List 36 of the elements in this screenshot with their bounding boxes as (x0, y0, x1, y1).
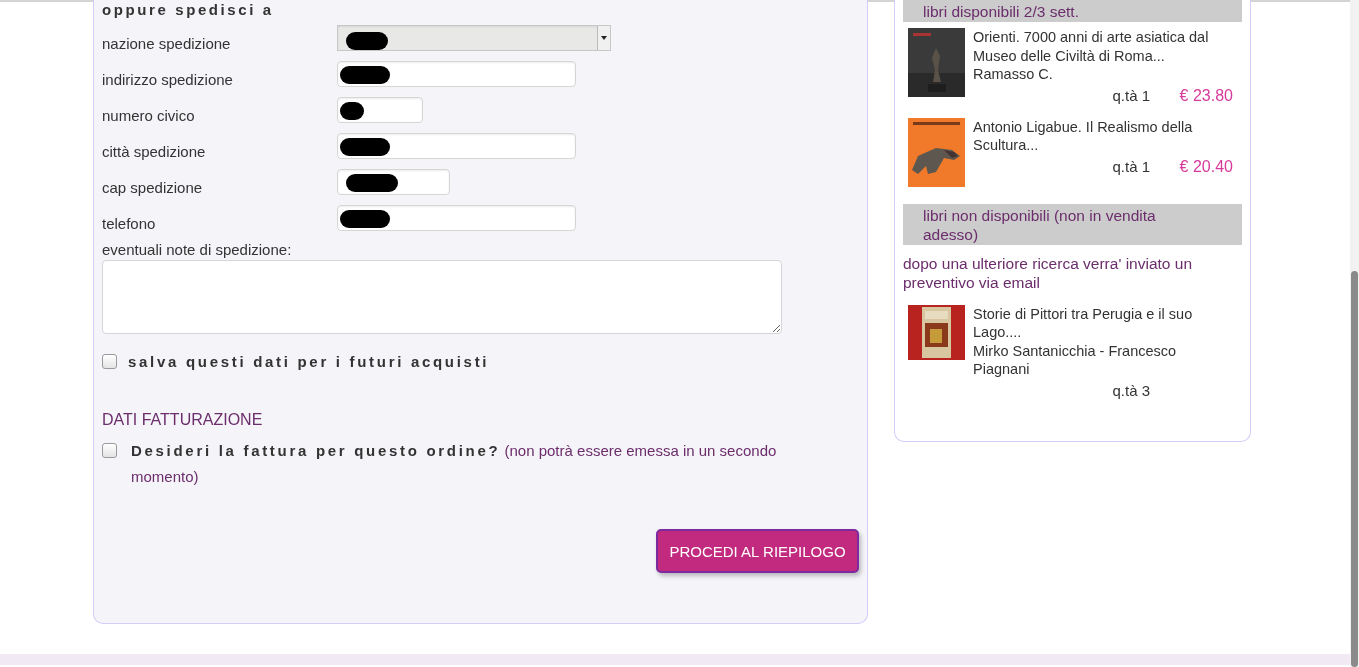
section-heading: DATI FATTURAZIONE (102, 410, 264, 430)
scrollbar[interactable] (1350, 0, 1359, 667)
input-field[interactable] (337, 97, 423, 123)
field-label: nazione spedizione (102, 34, 232, 52)
book-title[interactable]: Storie di Pittori tra Perugia e il suo Lago.... (973, 304, 1241, 342)
info-text: dopo una ulteriore ricerca verra' inviato un preventivo via email (903, 253, 1193, 292)
field-label: numero civico (102, 106, 196, 124)
caret-icon (597, 26, 610, 50)
section-heading: oppure spedisci a (102, 0, 275, 20)
quantity-label: q.tà 1 (1112, 85, 1150, 106)
input-field[interactable] (337, 205, 576, 231)
proceed-button[interactable]: PROCEDI AL RIEPILOGO (656, 529, 859, 573)
field-label: città spedizione (102, 142, 207, 160)
book-title[interactable]: Orienti. 7000 anni di arte asiatica dal Museo delle Civiltà di Roma... (973, 28, 1241, 65)
checkbox-label: Desideri la fattura per questo ordine? (non potrà essere emessa in un secondo momento) (131, 441, 778, 487)
notes-field[interactable] (102, 260, 782, 334)
input-field[interactable] (337, 169, 450, 195)
field-label: cap spedizione (102, 178, 204, 196)
checkbox[interactable] (102, 354, 117, 369)
price-label: € 20.40 (1178, 156, 1233, 177)
field-label: eventuali note di spedizione: (102, 240, 293, 260)
quantity-label: q.tà 1 (1112, 156, 1150, 177)
section-header: libri disponibili 2/3 sett. (903, 0, 1242, 22)
book-title[interactable]: Antonio Ligabue. Il Realismo della Scultura... (973, 117, 1241, 155)
checkbox-label: salva questi dati per i futuri acquisti (128, 353, 490, 370)
dropdown-field[interactable] (337, 25, 611, 51)
book-author: Ramasso C. (973, 65, 1054, 84)
quantity-label: q.tà 3 (1112, 380, 1150, 401)
section-header: libri non disponibili (non in vendita adesso) (903, 203, 1242, 245)
field-label: indirizzo spedizione (102, 70, 234, 88)
input-field[interactable] (337, 133, 576, 159)
price-label: € 23.80 (1178, 85, 1233, 106)
checkbox[interactable] (102, 443, 117, 458)
field-label: telefono (102, 214, 157, 232)
book-author: Mirko Santanicchia - Francesco Piagnani (973, 341, 1178, 379)
input-field[interactable] (337, 61, 576, 87)
